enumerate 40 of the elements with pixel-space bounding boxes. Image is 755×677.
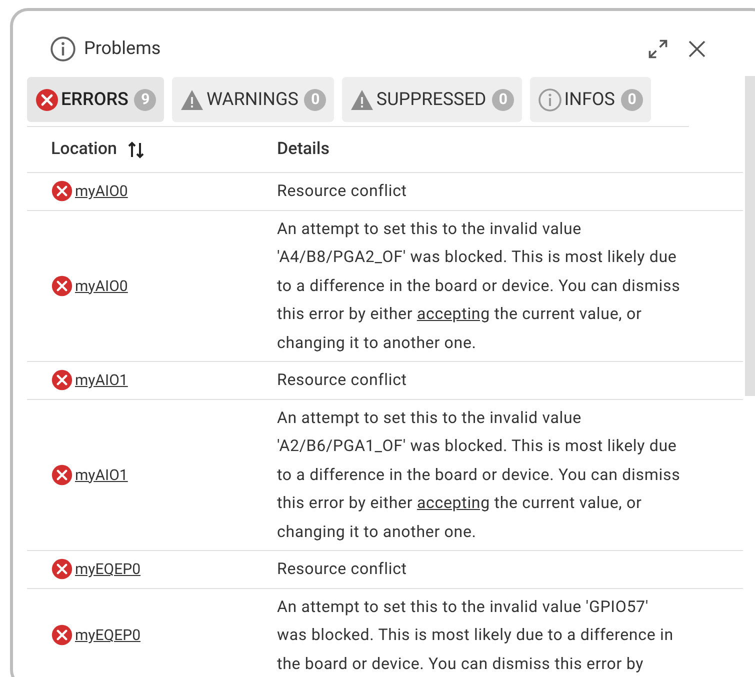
details-text: An attempt to set this to the invalid value 'A4/B8/PGA2_OF' was blocked. This is most likely due to a difference in the board or device. You can dismiss this error by either accepting the current value, or changing it to another one. (277, 218, 682, 354)
expand-icon[interactable] (647, 38, 669, 60)
details-text: Resource conflict (277, 369, 408, 391)
location-link[interactable]: myEQEP0 (75, 558, 141, 580)
details-text: An attempt to set this to the invalid value 'GPIO57' was blocked. This is most likely due to a difference in the board or device. You can dismiss this error by (277, 596, 674, 674)
location-link[interactable]: myAIO1 (75, 369, 128, 392)
filter-tab[interactable]: SUPPRESSED 0 (342, 77, 522, 122)
close-icon[interactable] (687, 38, 707, 58)
count-badge: 0 (492, 88, 514, 110)
warning-icon (180, 88, 204, 110)
column-header: Location (51, 138, 117, 161)
sort-icon[interactable] (126, 140, 145, 160)
accept-link[interactable]: accepting (416, 304, 490, 323)
error-icon (51, 464, 73, 486)
details-text: Resource conflict (277, 558, 408, 580)
filter-tab[interactable]: WARNINGS 0 (172, 77, 334, 122)
error-icon (35, 88, 59, 112)
location-link[interactable]: myAIO1 (75, 464, 128, 486)
count-badge: 9 (134, 88, 156, 110)
count-badge: 0 (621, 88, 643, 110)
count-badge: 0 (304, 88, 326, 110)
filter-tab[interactable]: INFOS 0 (530, 77, 651, 122)
location-link[interactable]: myAIO0 (75, 274, 128, 297)
scrollbar[interactable] (745, 76, 755, 396)
info-icon (50, 36, 76, 62)
error-icon (51, 624, 73, 646)
warning-icon (350, 88, 374, 110)
error-icon (51, 558, 73, 580)
location-link[interactable]: myAIO0 (75, 180, 128, 202)
error-icon (51, 369, 73, 392)
filter-tab[interactable]: ERRORS 9 (27, 77, 164, 122)
panel-title: Problems (84, 37, 161, 61)
column-header: Details (277, 138, 330, 161)
details-text: An attempt to set this to the invalid value 'A2/B6/PGA1_OF' was blocked. This is most likely due to a difference in the board or device. You can dismiss this error by either accepting the current value, or changing it to another one. (277, 406, 682, 542)
error-icon (51, 274, 73, 297)
error-icon (51, 180, 73, 202)
details-text: Resource conflict (277, 180, 408, 202)
info-icon (538, 88, 562, 112)
location-link[interactable]: myEQEP0 (75, 624, 141, 646)
accept-link[interactable]: accepting (416, 493, 490, 512)
